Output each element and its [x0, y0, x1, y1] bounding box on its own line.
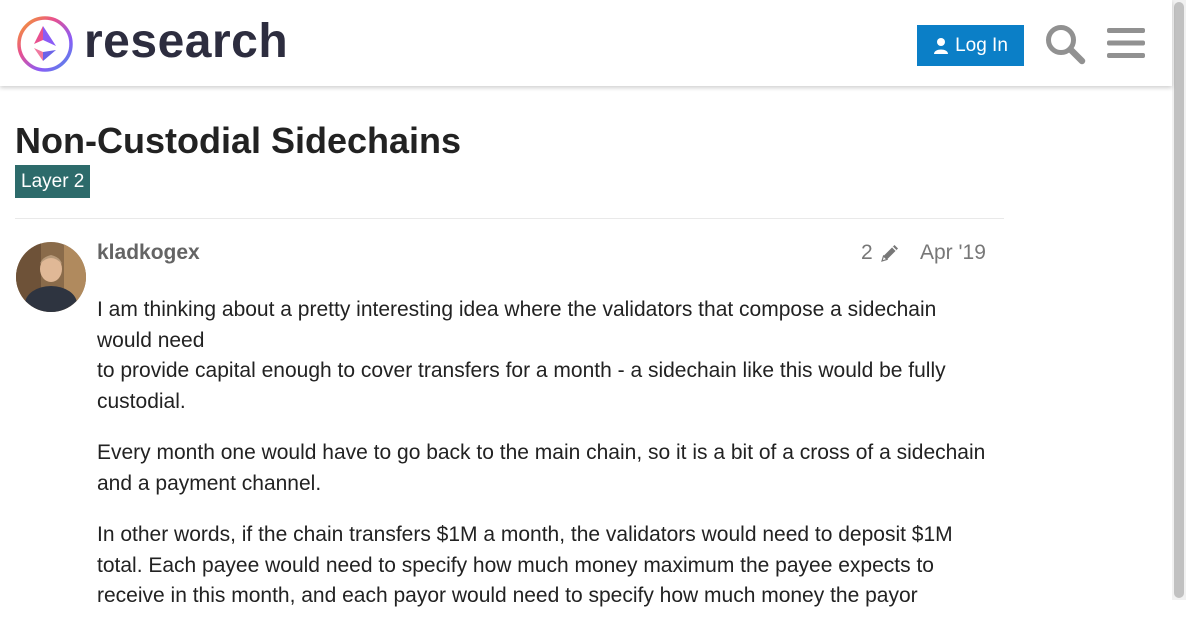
pencil-icon	[880, 245, 898, 262]
category-badge[interactable]: Layer 2	[15, 165, 91, 198]
site-name[interactable]: research	[84, 14, 288, 70]
post-line: to provide capital enough to cover trans…	[97, 359, 946, 413]
post-paragraph: Every month one would have to go back to…	[97, 441, 986, 495]
title-divider	[15, 218, 1004, 219]
scrollbar-thumb[interactable]	[1174, 2, 1184, 598]
topic-title[interactable]: Non-Custodial Sidechains	[15, 119, 461, 163]
page-scrollbar[interactable]	[1172, 0, 1186, 600]
site-header: research Log In	[0, 0, 1172, 86]
post-line: I am thinking about a pretty interesting…	[97, 298, 937, 352]
search-icon[interactable]	[1043, 22, 1087, 66]
post-date[interactable]: Apr '19	[920, 240, 986, 266]
edit-history[interactable]: 2	[861, 240, 901, 266]
user-icon	[934, 37, 949, 54]
login-button[interactable]: Log In	[917, 25, 1024, 66]
hamburger-menu-icon[interactable]	[1107, 26, 1145, 60]
login-label: Log In	[955, 34, 1008, 56]
post-username[interactable]: kladkogex	[97, 240, 200, 266]
ethereum-research-logo-icon[interactable]	[16, 15, 74, 73]
post-paragraph: I am thinking about a pretty interesting…	[97, 295, 997, 417]
avatar-photo	[16, 242, 86, 312]
user-avatar[interactable]	[16, 242, 86, 312]
post-body: I am thinking about a pretty interesting…	[97, 295, 997, 633]
post-paragraph: In other words, if the chain transfers $…	[97, 523, 953, 607]
edit-count: 2	[861, 241, 873, 264]
